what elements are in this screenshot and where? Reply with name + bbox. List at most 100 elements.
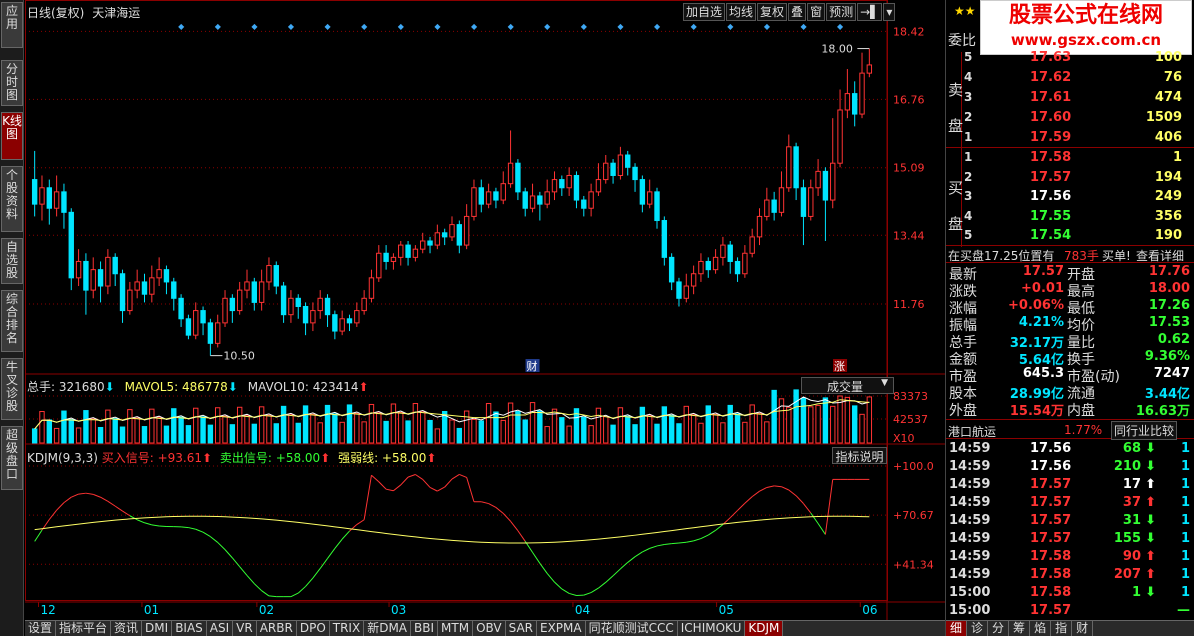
candle-body bbox=[236, 289, 243, 312]
indicator-tab[interactable]: MTM bbox=[438, 621, 474, 636]
kdj-k-line bbox=[356, 519, 365, 525]
price-tick-label: 18.42 bbox=[893, 25, 925, 38]
panel-tab[interactable]: 分 bbox=[988, 621, 1010, 636]
indicator-help-button[interactable]: 指标说明 bbox=[832, 447, 887, 464]
signal-diamond-icon: ◆ bbox=[251, 22, 258, 31]
tab-stock-info[interactable]: 个股资料 bbox=[1, 166, 23, 232]
candle-body bbox=[507, 162, 514, 185]
volume-bar bbox=[756, 412, 763, 444]
level-volume: 76 bbox=[1163, 70, 1182, 85]
buy-side-label: 买盘 bbox=[948, 179, 964, 233]
big-order-notice[interactable]: 在买盘17.25位置有 783手 买单! 查看详细 bbox=[946, 245, 1194, 263]
kdj-tick-label: +100.0 bbox=[893, 460, 934, 473]
candle-body bbox=[266, 265, 272, 283]
indicator-tab[interactable]: DMI bbox=[142, 621, 173, 636]
kline-chart[interactable]: 18.42 16.76 15.09 13.44 11.76 ◆ ◆ ◆ ◆ ◆ ◆ ◆ ◆ ◆ ◆ ◆ ◆ ◆ ◆ ◆… bbox=[25, 0, 945, 620]
indicator-tab[interactable]: SAR bbox=[506, 621, 537, 636]
indicator-tab[interactable]: TRIX bbox=[330, 621, 365, 636]
tick-count: 1 bbox=[1180, 549, 1190, 564]
stat-value: +0.01 bbox=[1021, 281, 1064, 296]
forecast-button[interactable]: 预测 bbox=[826, 3, 857, 21]
sector-name[interactable]: 港口航运 bbox=[948, 423, 996, 440]
stat-row: 涨幅 +0.06% 最低 17.26 bbox=[948, 298, 1194, 317]
tab-apps[interactable]: 应用 bbox=[1, 2, 23, 48]
volume-bar bbox=[185, 425, 192, 444]
candle-body bbox=[354, 310, 360, 324]
candle-body bbox=[346, 318, 353, 324]
tab-super-quote[interactable]: 超级盘口 bbox=[1, 426, 23, 490]
kdj-k-line bbox=[319, 558, 328, 569]
buy-signal: 买入信号: +93.61 bbox=[101, 451, 203, 465]
add-watchlist-button[interactable]: 加自选 bbox=[683, 3, 726, 21]
panel-tab[interactable]: 筹 bbox=[1009, 621, 1031, 636]
volume-bar bbox=[61, 410, 67, 444]
volume-bar bbox=[105, 409, 111, 444]
volume-tick-label: 83373 bbox=[893, 390, 928, 403]
tab-ranking[interactable]: 综合排名 bbox=[1, 290, 23, 352]
dropdown-icon[interactable]: ▾ bbox=[883, 3, 896, 21]
stat-value: 17.26 bbox=[1148, 298, 1190, 313]
indicator-tab[interactable]: DPO bbox=[297, 621, 330, 636]
high-price-label: 18.00 bbox=[821, 43, 853, 56]
indicator-tab[interactable]: EXPMA bbox=[537, 621, 586, 636]
signal-diamond-icon: ◆ bbox=[398, 22, 405, 31]
volume-bar bbox=[654, 423, 660, 444]
candle-body bbox=[830, 162, 836, 201]
candle-body bbox=[859, 72, 865, 115]
kdj-k-line bbox=[693, 538, 702, 542]
tab-kline[interactable]: K线图 bbox=[1, 112, 23, 160]
indicator-select[interactable]: 成交量 ▼ bbox=[801, 377, 894, 394]
collapse-icon[interactable]: →▌ bbox=[857, 3, 883, 21]
indicator-tab[interactable]: ICHIMOKU bbox=[678, 621, 746, 636]
candle-body bbox=[851, 93, 858, 115]
indicator-tab[interactable]: 设置 bbox=[25, 621, 57, 636]
indicator-tab[interactable]: 指标平台 bbox=[56, 621, 112, 636]
indicator-tab[interactable]: KDJM bbox=[745, 621, 784, 636]
panel-tab[interactable]: 指 bbox=[1051, 621, 1073, 636]
kdj-k-line bbox=[510, 520, 519, 532]
ma-button[interactable]: 均线 bbox=[726, 3, 757, 21]
indicator-tab[interactable]: BBI bbox=[411, 621, 439, 636]
candle-body bbox=[654, 191, 660, 222]
kdj-k-line bbox=[56, 502, 65, 511]
indicator-tab[interactable]: OBV bbox=[473, 621, 506, 636]
volume-bar bbox=[690, 414, 697, 444]
tab-intraday[interactable]: 分时图 bbox=[1, 60, 23, 106]
tick-volume: 210 bbox=[1113, 459, 1141, 474]
overlay-button[interactable]: 叠 bbox=[788, 3, 807, 21]
kdj-k-line bbox=[700, 534, 709, 540]
indicator-tab[interactable]: ARBR bbox=[257, 621, 297, 636]
volume-bar bbox=[676, 423, 682, 444]
volume-bar bbox=[222, 415, 228, 444]
kdj-k-line bbox=[48, 509, 58, 520]
stat-row: 外盘 15.54万 内盘 16.63万 bbox=[948, 400, 1194, 419]
notice-link[interactable]: 查看详细 bbox=[1136, 247, 1184, 264]
industry-compare-button[interactable]: 同行业比较 bbox=[1111, 421, 1178, 440]
indicator-tab[interactable]: 资讯 bbox=[111, 621, 143, 636]
kdj-k-line bbox=[407, 474, 416, 478]
panel-tab[interactable]: 诊 bbox=[967, 621, 989, 636]
sell-level-row: 2 17.60 1509 bbox=[962, 110, 1194, 128]
indicator-tab[interactable]: ASI bbox=[207, 621, 234, 636]
indicator-tab[interactable]: BIAS bbox=[172, 621, 207, 636]
panel-tab[interactable]: 财 bbox=[1072, 621, 1094, 636]
signal-diamond-icon: ◆ bbox=[837, 22, 844, 31]
tick-time: 15:00 bbox=[949, 603, 991, 618]
volume-bar bbox=[786, 406, 792, 444]
volume-bar bbox=[427, 419, 433, 444]
window-button[interactable]: 窗 bbox=[807, 3, 826, 21]
kdj-title: KDJM(9,3,3) bbox=[27, 451, 98, 465]
indicator-tab[interactable]: 同花顺测试CCC bbox=[586, 621, 678, 636]
adjust-button[interactable]: 复权 bbox=[757, 3, 788, 21]
indicator-tab[interactable]: 新DMA bbox=[364, 621, 412, 636]
tab-diagnosis[interactable]: 牛叉诊股 bbox=[1, 358, 23, 420]
panel-tab[interactable]: 焰 bbox=[1030, 621, 1052, 636]
tab-watchlist[interactable]: 自选股 bbox=[1, 238, 23, 284]
volume-bar bbox=[368, 403, 375, 444]
panel-tab[interactable]: 细 bbox=[946, 621, 968, 636]
kdj-k-line bbox=[334, 538, 343, 549]
level-price: 17.54 bbox=[1030, 228, 1072, 243]
volume-bar bbox=[866, 396, 873, 444]
indicator-tab[interactable]: VR bbox=[233, 621, 257, 636]
stat-row: 总手 32.17万 量比 0.62 bbox=[948, 332, 1194, 351]
